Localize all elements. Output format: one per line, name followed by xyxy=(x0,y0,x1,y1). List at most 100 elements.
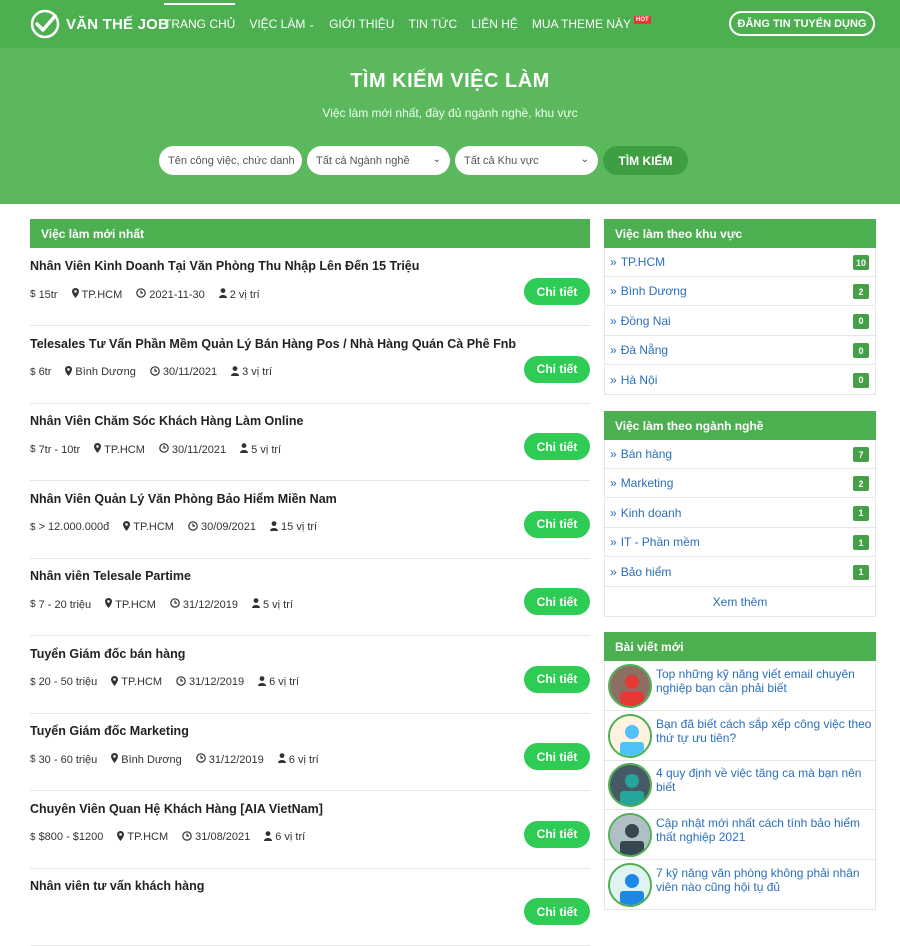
nav-buy-theme[interactable]: MUA THEME NÀY HOT xyxy=(532,0,651,48)
industry-select-value: Tất cả Ngành nghề xyxy=(316,154,410,167)
area-item[interactable]: » Hà Nội 0 xyxy=(604,365,876,395)
job-positions: 6 vị trí xyxy=(264,830,305,844)
chevrons-right-icon: » xyxy=(610,447,617,461)
job-meta: $20 - 50 triệu TP.HCM 31/12/2019 6 vị trí xyxy=(30,675,313,689)
detail-button[interactable]: Chi tiết xyxy=(524,588,590,615)
job-row: Tuyển Giám đốc Marketing $30 - 60 triệu Bì… xyxy=(30,713,590,791)
count-badge: 0 xyxy=(853,343,869,359)
detail-button[interactable]: Chi tiết xyxy=(524,433,590,460)
industry-item-label: IT - Phần mềm xyxy=(620,535,700,550)
chevron-down-icon: ⌄ xyxy=(308,19,316,29)
post-title[interactable]: Bạn đã biết cách sắp xếp công việc theo … xyxy=(656,717,872,745)
detail-button[interactable]: Chi tiết xyxy=(524,278,590,305)
post-title[interactable]: Cập nhật mới nhất cách tính bảo hiểm thấ… xyxy=(656,816,872,844)
industry-item[interactable]: » Bán hàng 7 xyxy=(604,440,876,469)
post-title[interactable]: Top những kỹ năng viết email chuyên nghi… xyxy=(656,667,872,695)
post-item[interactable]: Top những kỹ năng viết email chuyên nghi… xyxy=(604,661,876,711)
count-badge: 2 xyxy=(853,284,869,300)
area-item[interactable]: » Đồng Nai 0 xyxy=(604,306,876,336)
user-icon xyxy=(258,675,267,689)
job-meta: $ $800 - $1200 TP.HCM 31/08/2021 6 vị trí xyxy=(30,830,319,844)
map-marker-icon xyxy=(117,830,125,844)
post-item[interactable]: Cập nhật mới nhất cách tính bảo hiểm thấ… xyxy=(604,810,876,861)
job-title[interactable]: Nhân viên tư vấn khách hàng xyxy=(30,879,204,893)
nav-home-label: TRANG CHỦ xyxy=(164,17,236,31)
count-badge: 1 xyxy=(853,535,869,551)
chevrons-right-icon: » xyxy=(610,313,617,328)
chevron-down-icon: ⌄ xyxy=(432,154,441,165)
nav-jobs[interactable]: VIỆC LÀM ⌄ xyxy=(249,0,315,48)
chevrons-right-icon: » xyxy=(610,372,617,387)
dollar-icon: $ xyxy=(30,676,36,688)
job-positions-value: 2 vị trí xyxy=(229,288,260,301)
nav-about[interactable]: GIỚI THIỆU xyxy=(329,0,394,48)
post-title[interactable]: 4 quy định về việc tăng ca mà bạn nên bi… xyxy=(656,766,872,794)
industry-item[interactable]: » Bảo hiểm 1 xyxy=(604,557,876,587)
job-positions: 15 vị trí xyxy=(270,520,317,534)
job-title[interactable]: Chuyên Viên Quan Hệ Khách Hàng [AIA Viet… xyxy=(30,802,323,816)
keyword-placeholder: Tên công việc, chức danh xyxy=(168,154,295,167)
job-title[interactable]: Tuyển Giám đốc Marketing xyxy=(30,724,189,738)
detail-button[interactable]: Chi tiết xyxy=(524,510,590,538)
count-badge: 0 xyxy=(853,313,869,329)
job-location: TP.HCM xyxy=(117,830,169,844)
nav-contact[interactable]: LIÊN HỆ xyxy=(471,0,518,48)
industry-item[interactable]: » IT - Phần mềm 1 xyxy=(604,528,876,558)
job-row: Nhân viên tư vấn khách hàng Chi tiết xyxy=(30,868,590,946)
job-title[interactable]: Nhân viên Telesale Partime xyxy=(30,569,191,583)
nav-about-label: GIỚI THIỆU xyxy=(329,17,395,31)
job-positions-value: 5 vị trí xyxy=(262,598,293,611)
post-thumbnail xyxy=(608,862,652,907)
job-title[interactable]: Nhân Viên Quản Lý Văn Phòng Bảo Hiểm Miề… xyxy=(30,492,337,506)
industry-item[interactable]: » Kinh doanh 1 xyxy=(604,498,876,528)
job-title[interactable]: Telesales Tư Vấn Phần Mềm Quản Lý Bán Hà… xyxy=(30,337,516,351)
chevrons-right-icon: » xyxy=(610,476,617,491)
job-title[interactable]: Nhân Viên Kinh Doanh Tại Văn Phòng Thu N… xyxy=(30,259,419,273)
nav-home[interactable]: TRANG CHỦ xyxy=(164,0,236,48)
site-logo[interactable]: VĂN THẾ JOB xyxy=(30,9,169,39)
post-title[interactable]: 7 kỹ năng văn phòng không phải nhân viên… xyxy=(656,866,872,894)
job-row: Nhân Viên Chăm Sóc Khách Hàng Làm Online… xyxy=(30,403,590,481)
area-item[interactable]: » Đà Nẵng 0 xyxy=(604,336,876,366)
area-item[interactable]: » TP.HCM 10 xyxy=(604,248,876,277)
detail-button[interactable]: Chi tiết xyxy=(524,665,590,693)
keyword-input[interactable]: Tên công việc, chức danh xyxy=(159,146,302,175)
detail-button[interactable]: Chi tiết xyxy=(524,820,590,848)
nav-news[interactable]: TIN TỨC xyxy=(408,0,457,48)
chevrons-right-icon: » xyxy=(610,284,617,299)
post-thumbnail xyxy=(608,813,652,858)
job-positions-value: 6 vị trí xyxy=(269,676,300,688)
industry-select[interactable]: Tất cả Ngành nghề ⌄ xyxy=(307,146,450,175)
job-date-value: 30/11/2021 xyxy=(171,443,227,456)
search-button[interactable]: TÌM KIẾM xyxy=(603,146,688,175)
detail-button[interactable]: Chi tiết xyxy=(524,898,590,925)
job-location: Bình Dương xyxy=(111,753,182,766)
count-badge: 1 xyxy=(853,564,869,580)
industry-item[interactable]: » Marketing 2 xyxy=(604,469,876,499)
post-item[interactable]: Bạn đã biết cách sắp xếp công việc theo … xyxy=(604,710,876,761)
post-job-button[interactable]: ĐĂNG TIN TUYỂN DỤNG xyxy=(729,11,875,36)
user-icon xyxy=(231,365,240,379)
post-item[interactable]: 7 kỹ năng văn phòng không phải nhân viên… xyxy=(604,859,876,910)
job-date-value: 31/08/2021 xyxy=(195,831,251,843)
job-positions: 5 vị trí xyxy=(251,598,293,611)
nav-news-label: TIN TỨC xyxy=(408,17,458,31)
view-more-link[interactable]: Xem thêm xyxy=(604,587,876,617)
detail-button[interactable]: Chi tiết xyxy=(524,355,590,383)
job-title[interactable]: Nhân Viên Chăm Sóc Khách Hàng Làm Online xyxy=(30,414,303,428)
post-item[interactable]: 4 quy định về việc tăng ca mà bạn nên bi… xyxy=(604,760,876,811)
job-location: TP.HCM xyxy=(71,288,122,301)
job-positions: 6 vị trí xyxy=(258,675,300,689)
job-salary: $ > 12.000.000đ xyxy=(30,521,109,533)
detail-button[interactable]: Chi tiết xyxy=(524,743,590,770)
area-select[interactable]: Tất cả Khu vực ⌄ xyxy=(455,146,598,175)
job-salary-value: 20 - 50 triệu xyxy=(38,676,98,688)
user-icon xyxy=(264,830,273,844)
nav-contact-label: LIÊN HỆ xyxy=(471,17,518,31)
chevron-down-icon: ⌄ xyxy=(580,154,589,165)
job-salary-value: 7tr - 10tr xyxy=(38,443,81,456)
job-date: 31/12/2019 xyxy=(195,753,264,766)
area-item[interactable]: » Bình Dương 2 xyxy=(604,277,876,307)
job-title[interactable]: Tuyển Giám đốc bán hàng xyxy=(30,647,185,661)
job-location-value: TP.HCM xyxy=(127,831,169,843)
